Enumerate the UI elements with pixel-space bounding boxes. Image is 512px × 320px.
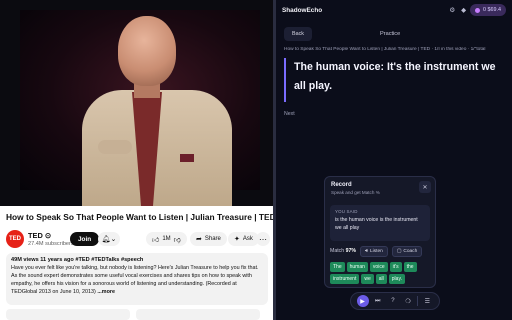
shadowecho-panel: ShadowEcho ⚙ ◆ 0 $69.4 Back Practice How…: [276, 0, 512, 320]
word-chip[interactable]: it's: [389, 262, 402, 272]
next-button[interactable]: Next: [284, 111, 295, 117]
channel-avatar[interactable]: TED: [6, 230, 24, 248]
help-icon: ?: [391, 298, 395, 304]
notification-button[interactable]: 🔔︎⌄: [98, 232, 120, 246]
current-sentence: The human voice: It's the instrument we …: [284, 58, 504, 102]
app-brand: ShadowEcho: [282, 6, 323, 14]
toolbar-divider: [417, 296, 419, 306]
word-chip[interactable]: play.: [388, 274, 405, 284]
word-chip[interactable]: we: [361, 274, 374, 284]
thumbs-up-icon: 👍︎: [152, 236, 160, 244]
thumbs-down-icon: 👎︎: [173, 236, 181, 244]
close-icon: ✕: [422, 184, 428, 191]
coach-button[interactable]: ▢ Coach: [391, 245, 423, 257]
share-label: Share: [204, 236, 221, 242]
youtube-pane: How to Speak So That People Want to List…: [0, 0, 273, 320]
word-chip[interactable]: human: [346, 262, 368, 272]
menu-button[interactable]: ☰: [421, 295, 433, 307]
help-button[interactable]: ?: [387, 295, 399, 307]
pocket-square: [180, 154, 194, 162]
you-said-text: is the human voice is the instrument we …: [335, 217, 418, 231]
word-chip[interactable]: the: [403, 262, 417, 272]
record-card: Record Speak and get Match % ✕ YOU SAID …: [324, 176, 436, 288]
description-box[interactable]: 49M views 11 years ago #TED #TEDTalks #s…: [6, 253, 268, 305]
match-prefix: Match: [330, 248, 345, 254]
speaker-icon: 🔊︎: [364, 249, 369, 254]
share-icon: ➦: [196, 236, 202, 243]
like-button[interactable]: 👍︎ 1M 👎︎: [146, 232, 187, 246]
bulb-button[interactable]: ❍: [402, 295, 414, 307]
close-button[interactable]: ✕: [419, 181, 431, 193]
mic-button[interactable]: ▶: [356, 295, 369, 307]
listen-button[interactable]: 🔊︎ Listen: [359, 245, 388, 257]
back-button[interactable]: Back: [284, 27, 312, 41]
sentence-text: The human voice: It's the instrument we …: [294, 61, 496, 92]
you-said-label: YOU SAID: [335, 209, 358, 214]
mode-label: Practice: [380, 31, 401, 37]
match-score: Match 97%: [330, 248, 356, 254]
join-button[interactable]: Join: [70, 232, 100, 246]
skip-button[interactable]: ⏭: [372, 295, 384, 307]
share-button[interactable]: ➦ Share: [190, 232, 227, 246]
bell-icon: 🔔︎⌄: [101, 236, 117, 243]
sparkle-icon: ✦: [234, 236, 240, 243]
speaker-arm: [98, 140, 132, 154]
source-line: How to Speak So That People Want to List…: [284, 47, 486, 52]
word-chip[interactable]: all: [375, 274, 387, 284]
description-text: Have you ever felt like you're talking, …: [11, 264, 263, 296]
skip-icon: ⏭: [375, 297, 381, 304]
video-player[interactable]: [0, 0, 273, 206]
description-meta: 49M views 11 years ago #TED #TEDTalks #s…: [11, 257, 144, 263]
bottom-toolbar: ▶ ⏭ ? ❍ ☰: [350, 292, 440, 310]
speaker-head: [118, 16, 176, 86]
match-value: 97%: [345, 248, 356, 254]
menu-icon: ☰: [424, 298, 431, 305]
ask-button[interactable]: ✦ Ask: [228, 232, 259, 246]
settings-icon[interactable]: ⚙: [449, 6, 455, 14]
word-chips: The human voice it's the instrument we a…: [330, 262, 432, 284]
status-dot: [475, 7, 480, 13]
channel-row: TED TED ⊙ 27.4M subscribers Join 🔔︎⌄ 👍︎ …: [6, 228, 270, 250]
coach-label: Coach: [403, 248, 418, 254]
below-fold-row: [6, 309, 268, 320]
header-icons: ⚙ ◆: [449, 6, 466, 14]
credits-badge[interactable]: 0 $69.4: [470, 4, 506, 16]
placeholder-block: [136, 309, 260, 320]
mic-icon: ▶: [360, 298, 365, 305]
word-chip[interactable]: voice: [369, 262, 388, 272]
channel-name[interactable]: TED ⊙: [28, 231, 51, 240]
ask-label: Ask: [242, 236, 253, 242]
bulb-icon: ❍: [405, 298, 411, 305]
listen-label: Listen: [370, 248, 383, 254]
word-chip[interactable]: instrument: [330, 274, 360, 284]
placeholder-block: [6, 309, 130, 320]
coach-icon: ▢: [396, 248, 402, 254]
record-title: Record: [331, 182, 352, 188]
like-count: 1M: [162, 236, 171, 242]
ellipsis-icon: ⋯: [259, 234, 267, 244]
credits-value: 0 $69.4: [483, 7, 501, 13]
gem-icon[interactable]: ◆: [461, 6, 466, 14]
you-said-box: YOU SAID is the human voice is the instr…: [330, 205, 430, 241]
subscriber-count: 27.4M subscribers: [28, 241, 74, 247]
panel-header: ShadowEcho ⚙ ◆ 0 $69.4: [276, 0, 512, 20]
more-link[interactable]: ...more: [97, 289, 115, 295]
more-actions-button[interactable]: ⋯: [256, 232, 270, 246]
word-chip[interactable]: The: [330, 262, 345, 272]
video-title: How to Speak So That People Want to List…: [6, 212, 273, 222]
match-row: Match 97% 🔊︎ Listen ▢ Coach: [330, 245, 432, 257]
description-body: Have you ever felt like you're talking, …: [11, 265, 259, 295]
record-subtitle: Speak and get Match %: [331, 190, 380, 195]
